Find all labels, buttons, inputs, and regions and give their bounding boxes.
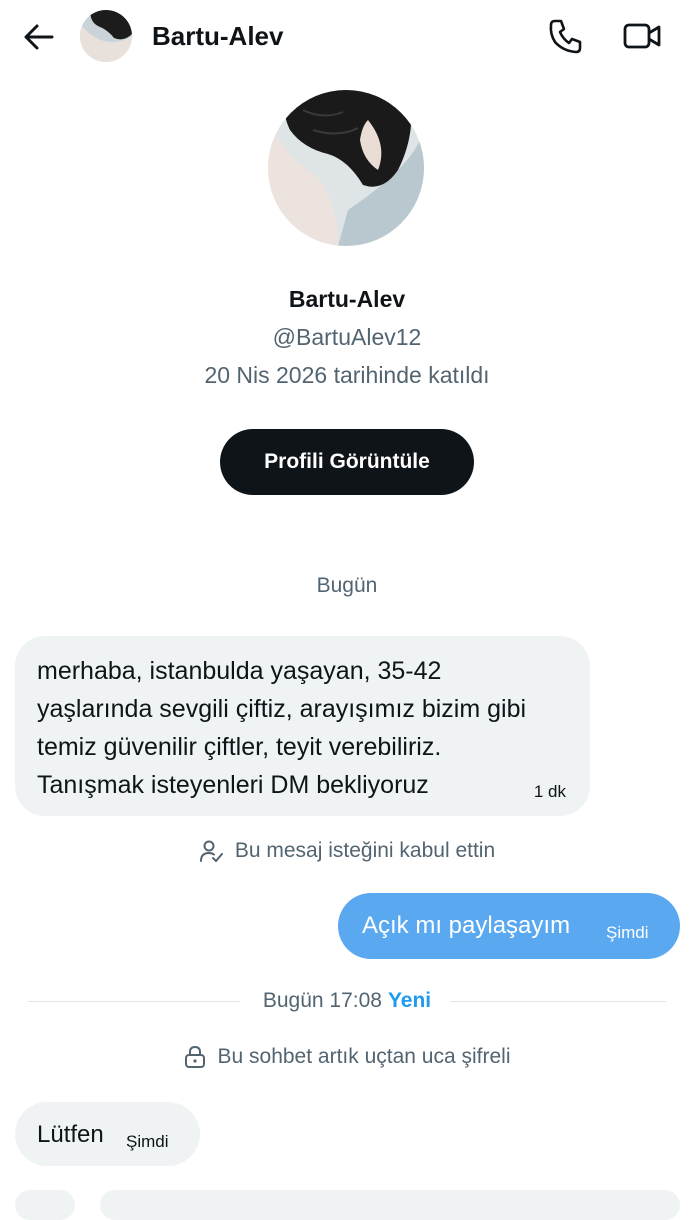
- encryption-notice: Bu sohbet artık uçtan uca şifreli: [0, 1044, 694, 1070]
- profile-avatar[interactable]: [268, 90, 424, 246]
- new-messages-divider: Bugün 17:08 Yeni: [0, 988, 694, 1014]
- profile-name: Bartu-Alev: [288, 286, 406, 312]
- message-time: Şimdi: [606, 923, 649, 942]
- request-accepted-notice: Bu mesaj isteğini kabul ettin: [0, 838, 694, 864]
- phone-icon[interactable]: [548, 18, 582, 54]
- message-text: Açık mı paylaşayım: [362, 912, 571, 939]
- profile-joined-date: 20 Nis 2026 tarihinde katıldı: [204, 362, 490, 388]
- header-avatar[interactable]: [80, 10, 132, 62]
- header-name[interactable]: Bartu-Alev: [152, 20, 283, 52]
- composer-add-button[interactable]: [15, 1190, 75, 1220]
- outgoing-message-bubble[interactable]: Açık mı paylaşayım Şimdi: [338, 893, 680, 959]
- person-check-icon: [199, 840, 223, 862]
- request-accepted-text: Bu mesaj isteğini kabul ettin: [234, 839, 496, 862]
- message-time: 1 dk: [533, 782, 566, 801]
- day-separator: Bugün: [316, 574, 378, 597]
- message-text: merhaba, istanbulda yaşayan, 35-42 yaşla…: [37, 657, 527, 799]
- new-label: Yeni: [387, 989, 432, 1012]
- view-profile-button[interactable]: Profili Görüntüle: [220, 429, 474, 495]
- back-arrow-icon[interactable]: [22, 20, 56, 54]
- top-bar: Bartu-Alev: [0, 0, 694, 72]
- divider-time: Bugün 17:08: [262, 989, 382, 1012]
- message-text: Lütfen: [37, 1121, 104, 1148]
- video-call-icon[interactable]: [622, 20, 662, 52]
- composer-input[interactable]: [100, 1190, 680, 1220]
- message-time: Şimdi: [126, 1132, 169, 1151]
- lock-icon: [184, 1045, 205, 1068]
- incoming-message-bubble[interactable]: merhaba, istanbulda yaşayan, 35-42 yaşla…: [15, 636, 590, 816]
- incoming-message-bubble-2[interactable]: Lütfen Şimdi: [15, 1102, 200, 1166]
- encryption-text: Bu sohbet artık uçtan uca şifreli: [217, 1045, 511, 1068]
- profile-handle: @BartuAlev12: [272, 324, 422, 350]
